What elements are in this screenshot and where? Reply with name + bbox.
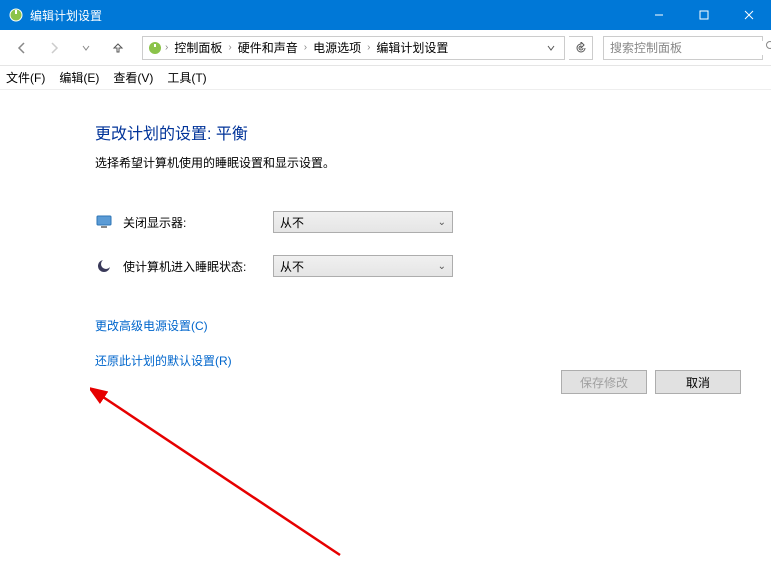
select-value: 从不 [280, 258, 304, 275]
setting-label: 使计算机进入睡眠状态: [123, 258, 273, 275]
breadcrumb-item[interactable]: 编辑计划设置 [372, 39, 452, 56]
footer-buttons: 保存修改 取消 [561, 370, 741, 394]
select-value: 从不 [280, 214, 304, 231]
minimize-button[interactable] [636, 0, 681, 30]
link-advanced-power-settings[interactable]: 更改高级电源设置(C) [95, 317, 208, 334]
control-panel-icon [147, 40, 163, 56]
address-row: › 控制面板 › 硬件和声音 › 电源选项 › 编辑计划设置 [0, 30, 771, 66]
content-area: 更改计划的设置: 平衡 选择希望计算机使用的睡眠设置和显示设置。 关闭显示器: … [0, 90, 771, 387]
breadcrumb-item[interactable]: 控制面板 [170, 39, 226, 56]
save-button[interactable]: 保存修改 [561, 370, 647, 394]
refresh-button[interactable] [569, 36, 593, 60]
link-restore-defaults[interactable]: 还原此计划的默认设置(R) [95, 352, 232, 369]
search-box[interactable] [603, 36, 763, 60]
search-input[interactable] [610, 41, 765, 55]
app-icon [8, 7, 24, 23]
title-bar: 编辑计划设置 [0, 0, 771, 30]
chevron-down-icon: ⌄ [438, 261, 446, 272]
forward-button[interactable] [40, 36, 68, 60]
setting-turn-off-display: 关闭显示器: 从不 ⌄ [95, 211, 771, 233]
breadcrumb-item[interactable]: 硬件和声音 [234, 39, 302, 56]
turn-off-display-select[interactable]: 从不 ⌄ [273, 211, 453, 233]
search-icon [765, 40, 771, 55]
menu-view[interactable]: 查看(V) [113, 69, 153, 86]
moon-icon [95, 257, 113, 275]
monitor-icon [95, 213, 113, 231]
cancel-button[interactable]: 取消 [655, 370, 741, 394]
close-button[interactable] [726, 0, 771, 30]
menu-tools[interactable]: 工具(T) [167, 69, 206, 86]
page-subtext: 选择希望计算机使用的睡眠设置和显示设置。 [95, 154, 771, 171]
chevron-down-icon: ⌄ [438, 217, 446, 228]
breadcrumb-item[interactable]: 电源选项 [309, 39, 365, 56]
chevron-right-icon: › [367, 42, 370, 53]
setting-label: 关闭显示器: [123, 214, 273, 231]
window-title: 编辑计划设置 [30, 7, 636, 24]
sleep-select[interactable]: 从不 ⌄ [273, 255, 453, 277]
annotation-arrow [90, 365, 390, 585]
maximize-button[interactable] [681, 0, 726, 30]
up-button[interactable] [104, 36, 132, 60]
page-heading: 更改计划的设置: 平衡 [95, 120, 771, 144]
address-bar[interactable]: › 控制面板 › 硬件和声音 › 电源选项 › 编辑计划设置 [142, 36, 565, 60]
chevron-right-icon: › [304, 42, 307, 53]
address-dropdown-button[interactable] [542, 44, 560, 52]
recent-locations-button[interactable] [72, 36, 100, 60]
menu-file[interactable]: 文件(F) [6, 69, 45, 86]
back-button[interactable] [8, 36, 36, 60]
chevron-right-icon: › [165, 42, 168, 53]
menu-edit[interactable]: 编辑(E) [59, 69, 99, 86]
menu-bar: 文件(F) 编辑(E) 查看(V) 工具(T) [0, 66, 771, 90]
chevron-right-icon: › [228, 42, 231, 53]
setting-sleep: 使计算机进入睡眠状态: 从不 ⌄ [95, 255, 771, 277]
